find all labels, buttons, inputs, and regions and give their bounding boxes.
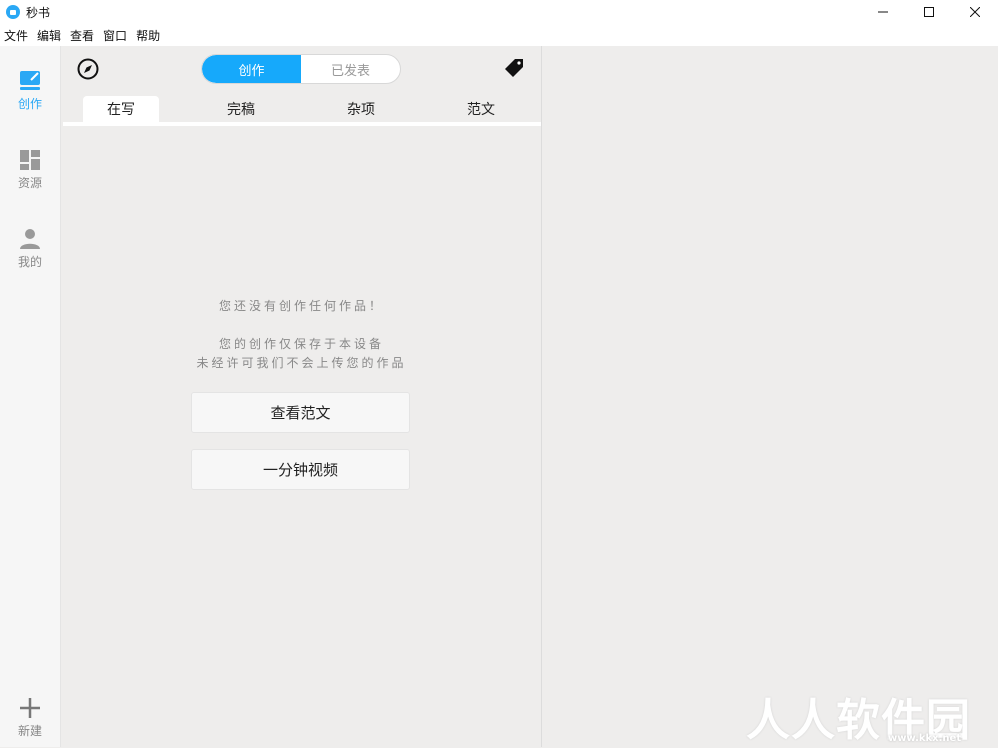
- subtab-underline: [63, 122, 541, 126]
- sidebar-item-resources[interactable]: 资源: [0, 149, 60, 191]
- video-button[interactable]: 一分钟视频: [191, 449, 410, 490]
- menu-view[interactable]: 查看: [68, 27, 99, 44]
- sidebar: 创作 资源 我的 新建: [0, 46, 61, 747]
- new-label: 新建: [17, 724, 42, 738]
- app-logo-icon: [6, 5, 20, 19]
- close-icon: [970, 7, 980, 17]
- user-icon: [20, 229, 40, 249]
- window-controls: [860, 0, 998, 24]
- menu-bar: 文件 编辑 查看 窗口 帮助: [0, 24, 998, 46]
- menu-help[interactable]: 帮助: [134, 27, 165, 44]
- sidebar-item-create[interactable]: 创作: [0, 68, 60, 112]
- subtabs: 在写 完稿 杂项 范文: [61, 96, 542, 124]
- subtab-writing[interactable]: 在写: [83, 96, 159, 122]
- view-samples-button[interactable]: 查看范文: [191, 392, 410, 433]
- menu-window[interactable]: 窗口: [101, 27, 132, 44]
- menu-file[interactable]: 文件: [2, 27, 33, 44]
- empty-message: 您还没有创作任何作品！: [218, 299, 384, 313]
- sidebar-item-mine[interactable]: 我的: [0, 228, 60, 270]
- compass-icon[interactable]: [77, 58, 99, 80]
- sidebar-item-label: 创作: [17, 97, 42, 111]
- tab-published[interactable]: 已发表: [301, 55, 400, 83]
- works-panel: 创作 已发表 在写 完稿 杂项 范文 您还没有创作任何作品！ 您的创作仅保存于本…: [61, 46, 542, 747]
- editor-area: [542, 46, 998, 747]
- edit-icon: [20, 71, 40, 90]
- sidebar-item-label: 资源: [17, 176, 42, 190]
- watermark-url: www.kkx.net: [888, 733, 962, 744]
- minimize-icon: [878, 11, 888, 13]
- minimize-button[interactable]: [860, 0, 906, 24]
- empty-note-upload: 未经许可我们不会上传您的作品: [196, 356, 407, 370]
- plus-icon: [20, 698, 40, 718]
- new-button[interactable]: 新建: [0, 697, 60, 739]
- panel-header: 创作 已发表: [61, 46, 542, 96]
- tag-icon[interactable]: [504, 58, 524, 78]
- tab-create[interactable]: 创作: [202, 55, 301, 83]
- app-title: 秒书: [26, 5, 51, 20]
- grid-icon: [20, 150, 40, 170]
- subtab-samples[interactable]: 范文: [443, 96, 519, 122]
- subtab-finished[interactable]: 完稿: [203, 96, 279, 122]
- title-bar: 秒书: [0, 0, 998, 24]
- sidebar-item-label: 我的: [17, 255, 42, 269]
- maximize-button[interactable]: [906, 0, 952, 24]
- maximize-icon: [924, 7, 934, 17]
- close-button[interactable]: [952, 0, 998, 24]
- menu-edit[interactable]: 编辑: [35, 27, 66, 44]
- subtab-misc[interactable]: 杂项: [323, 96, 399, 122]
- view-switch: 创作 已发表: [201, 54, 401, 84]
- empty-note-local: 您的创作仅保存于本设备: [218, 337, 384, 351]
